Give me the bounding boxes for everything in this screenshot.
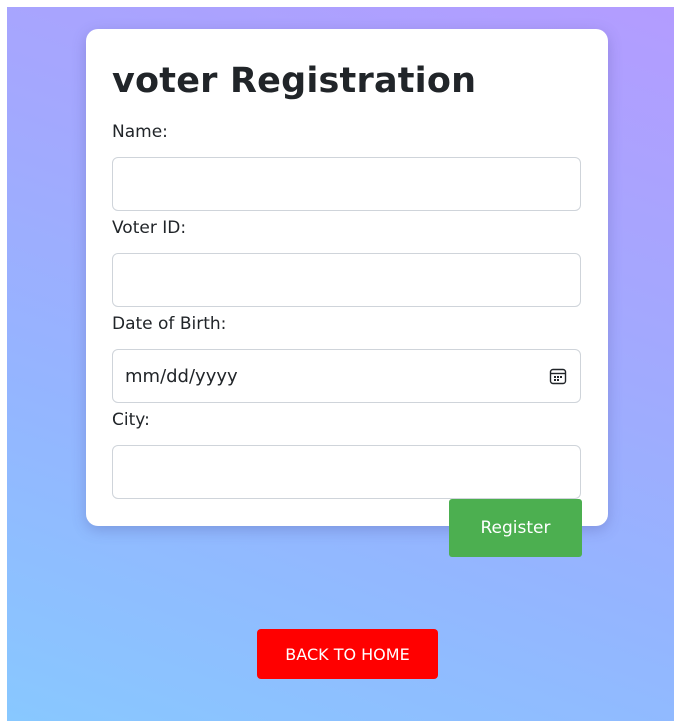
dob-input[interactable]: mm/dd/yyyy [112, 349, 581, 403]
name-label: Name: [112, 122, 168, 142]
back-to-home-button[interactable]: BACK TO HOME [257, 629, 438, 679]
calendar-icon[interactable] [548, 366, 568, 386]
registration-card: voter Registration Name: Voter ID: Date … [86, 29, 608, 526]
page-title: voter Registration [112, 61, 477, 101]
voter-id-input[interactable] [112, 253, 581, 307]
city-label: City: [112, 410, 150, 430]
dob-label: Date of Birth: [112, 314, 227, 334]
city-input[interactable] [112, 445, 581, 499]
register-button[interactable]: Register [449, 499, 582, 557]
dob-placeholder: mm/dd/yyyy [125, 365, 238, 387]
voter-id-label: Voter ID: [112, 218, 187, 238]
page-background: voter Registration Name: Voter ID: Date … [7, 7, 674, 721]
name-input[interactable] [112, 157, 581, 211]
